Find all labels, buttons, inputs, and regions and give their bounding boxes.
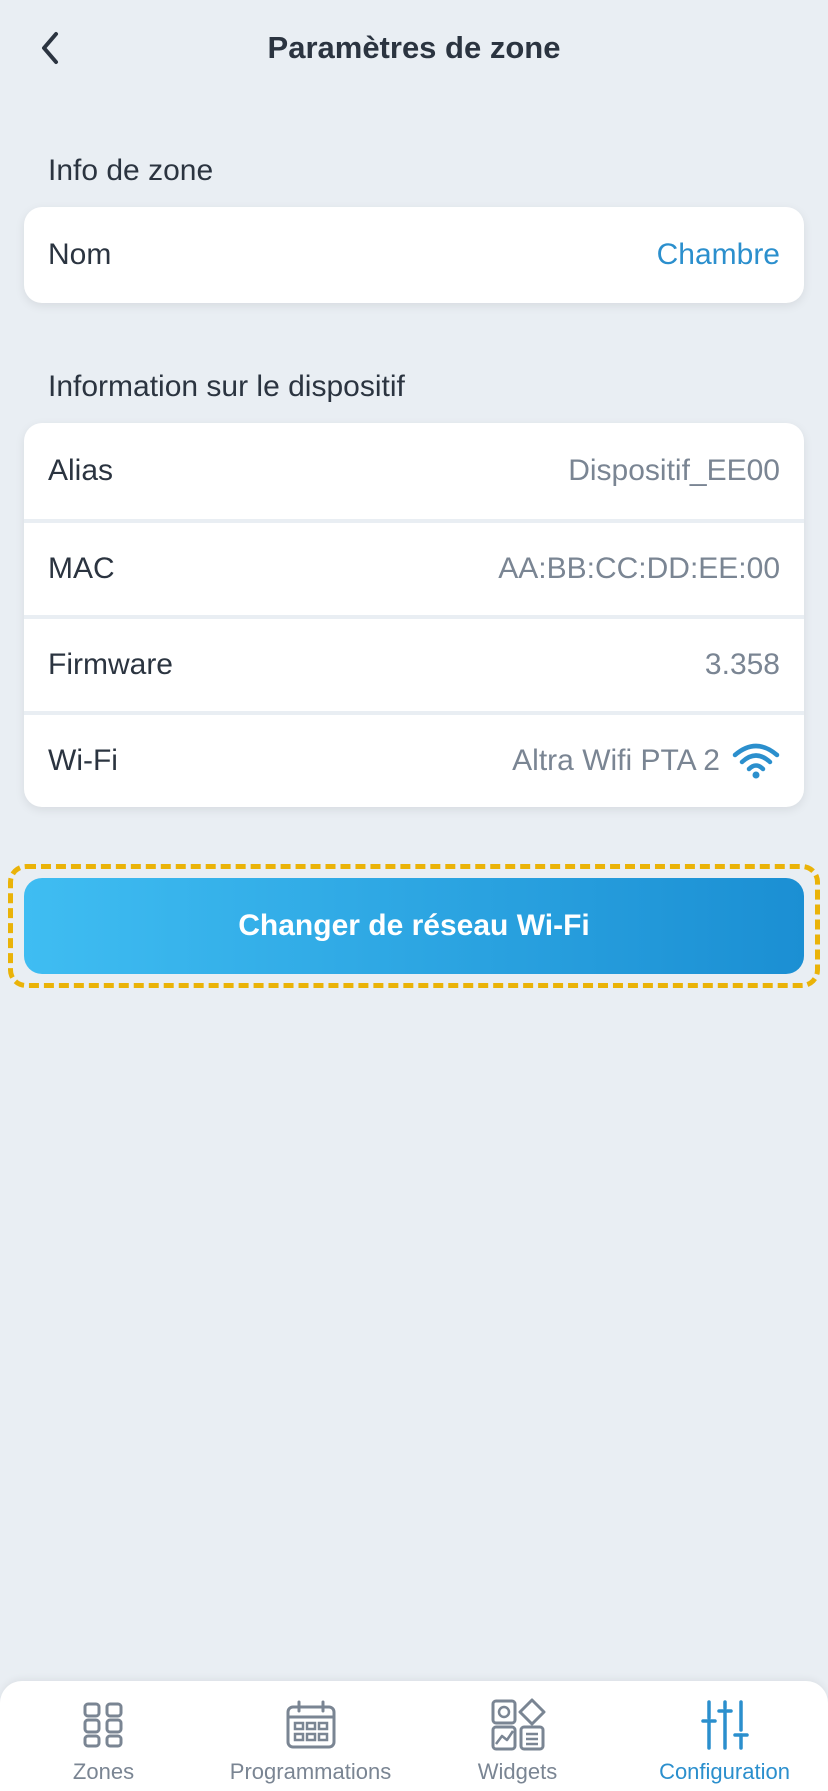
- firmware-value: 3.358: [704, 648, 780, 681]
- zone-info-section-title: Info de zone: [48, 154, 214, 187]
- firmware-label: Firmware: [48, 648, 173, 681]
- alias-value: Dispositif_EE00: [568, 454, 780, 487]
- tab-widgets[interactable]: Widgets: [414, 1681, 621, 1791]
- wifi-network-name: Altra Wifi PTA 2: [512, 744, 720, 777]
- alias-row: Alias Dispositif_EE00: [24, 423, 804, 519]
- wifi-row: Wi-Fi Altra Wifi PTA 2: [24, 711, 804, 807]
- mac-label: MAC: [48, 552, 115, 585]
- zone-info-card: Nom Chambre: [24, 207, 804, 303]
- wifi-icon: [732, 743, 780, 779]
- change-wifi-button[interactable]: Changer de réseau Wi-Fi: [24, 878, 804, 974]
- zone-name-value[interactable]: Chambre: [657, 238, 780, 272]
- device-info-card: Alias Dispositif_EE00 MAC AA:BB:CC:DD:EE…: [24, 423, 804, 807]
- tab-programmations-label: Programmations: [229, 1759, 392, 1784]
- tab-configuration-label: Configuration: [659, 1759, 790, 1784]
- page-title: Paramètres de zone: [267, 30, 561, 65]
- mac-value: AA:BB:CC:DD:EE:00: [498, 552, 780, 585]
- device-info-section-title: Information sur le dispositif: [48, 370, 405, 403]
- sliders-icon: [700, 1700, 749, 1750]
- wifi-value-group: Altra Wifi PTA 2: [512, 743, 780, 779]
- zone-name-row[interactable]: Nom Chambre: [24, 207, 804, 303]
- tab-programmations[interactable]: Programmations: [207, 1681, 414, 1791]
- grid-icon: [83, 1702, 122, 1748]
- mac-row: MAC AA:BB:CC:DD:EE:00: [24, 519, 804, 615]
- alias-label: Alias: [48, 454, 114, 487]
- tab-zones[interactable]: Zones: [0, 1681, 207, 1791]
- tab-widgets-label: Widgets: [477, 1759, 558, 1784]
- tab-zones-label: Zones: [72, 1759, 135, 1784]
- zone-name-label: Nom: [48, 238, 112, 271]
- calendar-icon: [286, 1700, 335, 1749]
- widgets-icon: [491, 1698, 545, 1751]
- bottom-tab-bar: Zones Programmations Widgets Configurati…: [0, 1681, 828, 1791]
- top-bar: Paramètres de zone: [0, 0, 828, 100]
- firmware-row: Firmware 3.358: [24, 615, 804, 711]
- tab-configuration[interactable]: Configuration: [621, 1681, 828, 1791]
- wifi-label: Wi-Fi: [48, 744, 118, 777]
